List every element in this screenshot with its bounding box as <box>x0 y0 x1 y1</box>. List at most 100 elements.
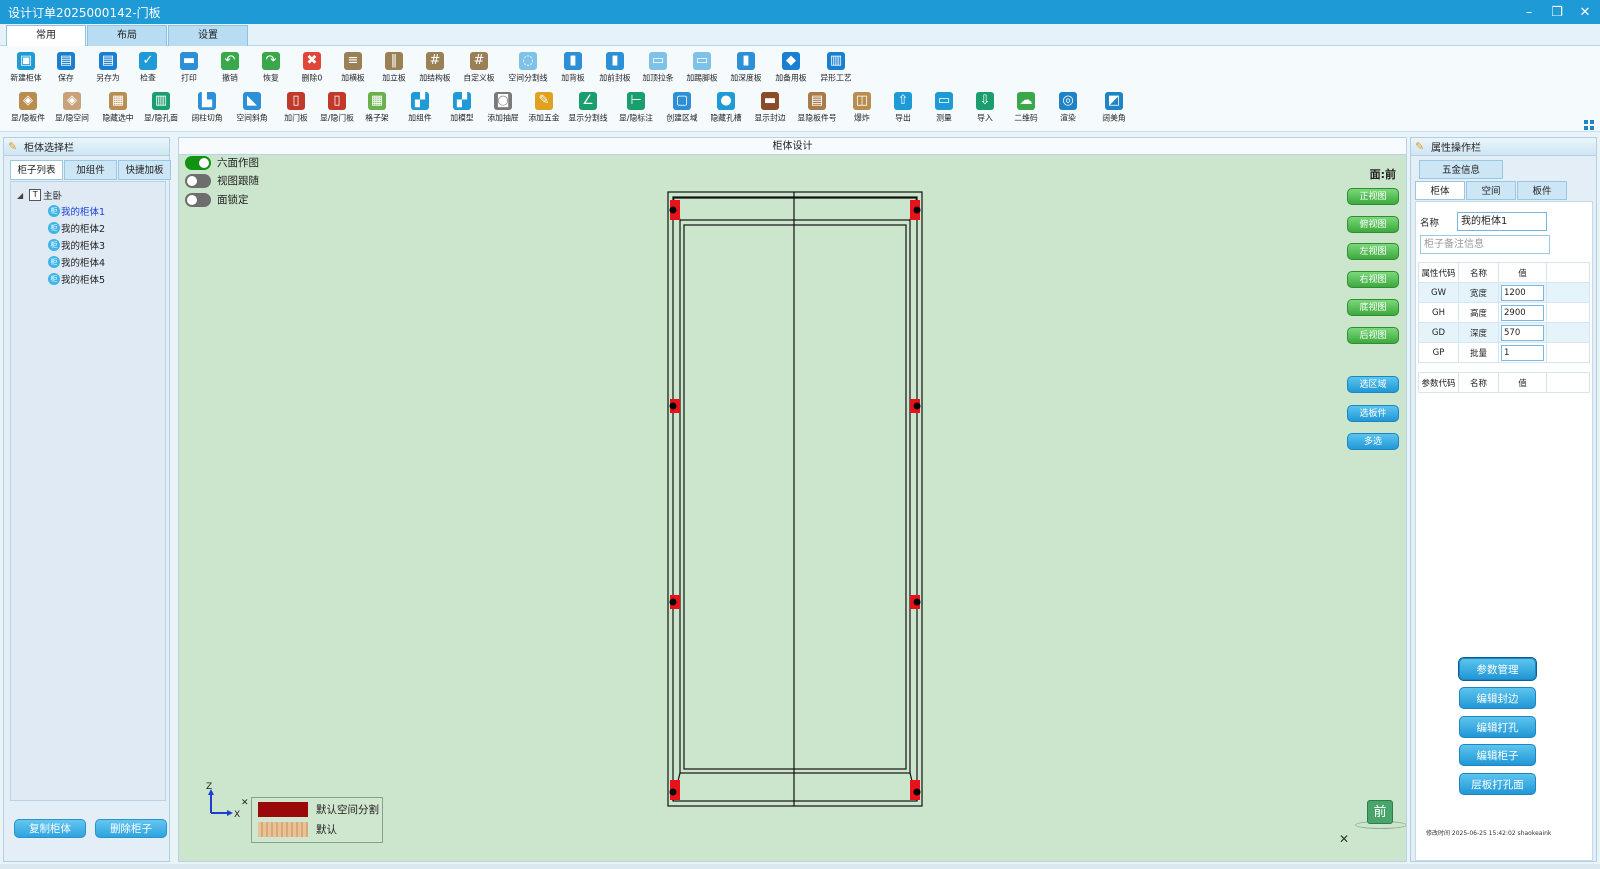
select-area-button[interactable]: 选区域 <box>1347 376 1399 393</box>
edit-cabinet-button[interactable]: 编辑柜子 <box>1459 744 1536 766</box>
height-value-input[interactable]: 2900 <box>1501 304 1544 321</box>
create-area-button[interactable]: ▢ 创建区域 <box>660 88 704 128</box>
tree-item-cabinet-4[interactable]: 柜 我的柜体4 <box>48 255 105 269</box>
batch-value-input[interactable]: 1 <box>1501 344 1544 361</box>
redo-button[interactable]: ↷ 恢复 <box>249 48 293 88</box>
space-bevel-button[interactable]: ◣ 空间斜角 <box>230 88 274 128</box>
tree-item-cabinet-5[interactable]: 柜 我的柜体5 <box>48 272 105 286</box>
bottom-view-button[interactable]: 底视图 <box>1347 299 1399 316</box>
save-as-button[interactable]: ▤ 另存为 <box>86 48 130 88</box>
name-label: 名称 <box>1420 217 1440 229</box>
tab-settings[interactable]: 设置 <box>168 25 248 46</box>
new-cabinet-button[interactable]: ▣ 新建柜体 <box>4 48 48 88</box>
tab-common[interactable]: 常用 <box>6 25 86 47</box>
tab-cabinet[interactable]: 柜体 <box>1415 181 1465 200</box>
toggle-dimension-button[interactable]: ⊢ 显/隐标注 <box>614 88 658 128</box>
minimize-button[interactable]: – <box>1522 5 1536 20</box>
face-lock-toggle[interactable] <box>185 192 211 207</box>
show-edge-button[interactable]: ▬ 显示封边 <box>748 88 792 128</box>
render-button[interactable]: ◎ 渲染 <box>1046 88 1090 128</box>
select-board-button[interactable]: 选板件 <box>1347 405 1399 422</box>
measure-button[interactable]: ▭ 测量 <box>922 88 966 128</box>
toggle-hole-face-button[interactable]: ▥ 显/隐孔面 <box>139 88 183 128</box>
view-follow-toggle[interactable] <box>185 173 211 188</box>
hide-holes-button[interactable]: ● 隐藏孔槽 <box>704 88 748 128</box>
toggle-space-button[interactable]: ◈ 显/隐空间 <box>50 88 94 128</box>
top-view-button[interactable]: 俯视图 <box>1347 216 1399 233</box>
special-shape-button[interactable]: ▥ 异形工艺 <box>814 48 858 88</box>
maximize-button[interactable]: ❐ <box>1550 5 1564 20</box>
collapse-triangle-icon[interactable]: ◢ <box>17 191 23 200</box>
add-hardware-button[interactable]: ✎ 添加五金 <box>522 88 566 128</box>
tab-quick-add-board[interactable]: 快捷加板 <box>118 160 171 180</box>
toggle-door-button[interactable]: ▯ 显/隐门板 <box>315 88 359 128</box>
shelf-drill-face-button[interactable]: 层板打孔面 <box>1459 773 1536 795</box>
delete-cabinet-button[interactable]: 删除柜子 <box>95 819 167 838</box>
add-back-board-button[interactable]: ▮ 加背板 <box>551 48 595 88</box>
tree-item-cabinet-2[interactable]: 柜 我的柜体2 <box>48 221 105 235</box>
grid-layout-icon[interactable] <box>1584 120 1594 130</box>
tab-space[interactable]: 空间 <box>1466 181 1516 200</box>
show-divider-button[interactable]: ∠ 显示分割线 <box>566 88 610 128</box>
tab-board[interactable]: 板件 <box>1517 181 1567 200</box>
param-manage-button[interactable]: 参数管理 <box>1458 657 1537 681</box>
tab-add-component[interactable]: 加组件 <box>64 160 117 180</box>
back-view-button[interactable]: 后视图 <box>1347 327 1399 344</box>
print-button[interactable]: ▬ 打印 <box>167 48 211 88</box>
tab-cabinet-list[interactable]: 柜子列表 <box>10 160 63 180</box>
add-skirting-button[interactable]: ▭ 加踢脚板 <box>680 48 724 88</box>
column-chamfer-button[interactable]: ▙ 阔柱切角 <box>185 88 229 128</box>
grid-shelf-button[interactable]: ▦ 格子架 <box>355 88 399 128</box>
add-horizontal-board-button[interactable]: ≡ 加横板 <box>331 48 375 88</box>
add-structure-board-button[interactable]: # 加结构板 <box>413 48 457 88</box>
add-spare-board-button[interactable]: ◆ 加备用板 <box>769 48 813 88</box>
import-button[interactable]: ⇩ 导入 <box>963 88 1007 128</box>
cabinet-wireframe[interactable] <box>666 190 926 810</box>
add-vertical-board-button[interactable]: ‖ 加立板 <box>372 48 416 88</box>
export-button[interactable]: ⇧ 导出 <box>881 88 925 128</box>
copy-cabinet-button[interactable]: 复制柜体 <box>14 819 86 838</box>
multi-select-button[interactable]: 多选 <box>1347 433 1399 450</box>
add-component-button[interactable]: ▞ 加组件 <box>398 88 442 128</box>
front-view-button[interactable]: 正视图 <box>1347 188 1399 205</box>
view-cube-front[interactable]: 前 <box>1367 800 1393 824</box>
tree-item-cabinet-3[interactable]: 柜 我的柜体3 <box>48 238 105 252</box>
add-model-button[interactable]: ▞ 加模型 <box>440 88 484 128</box>
undo-button[interactable]: ↶ 撤销 <box>208 48 252 88</box>
toggle-board-number-button[interactable]: ▤ 显隐板件号 <box>795 88 839 128</box>
add-front-seal-button[interactable]: ▮ 加前封板 <box>593 48 637 88</box>
design-canvas[interactable]: 六面作图 视图跟随 面锁定 面:前 正视图 俯视图 左视图 右视图 底视图 后视… <box>178 155 1407 862</box>
six-face-toggle[interactable] <box>185 155 211 170</box>
tab-layout[interactable]: 布局 <box>87 25 167 46</box>
add-drawer-button[interactable]: ◙ 添加抽屉 <box>481 88 525 128</box>
beauty-corner-button[interactable]: ◩ 阔美角 <box>1092 88 1136 128</box>
qrcode-button[interactable]: ☁ 二维码 <box>1004 88 1048 128</box>
tree-root-node[interactable]: ◢ T 主卧 <box>17 188 62 202</box>
add-top-strip-button[interactable]: ▭ 加顶拉条 <box>636 48 680 88</box>
cabinet-name-input[interactable]: 我的柜体1 <box>1457 212 1548 231</box>
delete-button[interactable]: ✖ 删除0 <box>290 48 334 88</box>
add-door-button[interactable]: ▯ 加门板 <box>274 88 318 128</box>
left-view-button[interactable]: 左视图 <box>1347 243 1399 260</box>
edit-drilling-button[interactable]: 编辑打孔 <box>1459 716 1536 738</box>
width-value-input[interactable]: 1200 <box>1501 284 1544 301</box>
check-icon: ✓ <box>139 52 157 70</box>
cabinet-note-input[interactable]: 柜子备注信息 <box>1420 235 1550 254</box>
edit-edge-button[interactable]: 编辑封边 <box>1459 687 1536 709</box>
tree-item-cabinet-1[interactable]: 柜 我的柜体1 <box>48 204 105 218</box>
space-divider-button[interactable]: ◌ 空间分割线 <box>506 48 550 88</box>
toolbar-button-label: 异形工艺 <box>820 73 852 84</box>
explode-button[interactable]: ◫ 爆炸 <box>840 88 884 128</box>
add-depth-board-button[interactable]: ▮ 加深度板 <box>724 48 768 88</box>
toggle-boards-button[interactable]: ◈ 显/隐板件 <box>6 88 50 128</box>
close-window-button[interactable]: ✕ <box>1578 5 1592 20</box>
custom-board-button[interactable]: # 自定义板 <box>457 48 501 88</box>
tab-hardware-info[interactable]: 五金信息 <box>1419 160 1503 179</box>
right-view-button[interactable]: 右视图 <box>1347 271 1399 288</box>
depth-value-input[interactable]: 570 <box>1501 324 1544 341</box>
check-button[interactable]: ✓ 检查 <box>126 48 170 88</box>
hide-selected-button[interactable]: ▦ 隐藏选中 <box>96 88 140 128</box>
col-attr-code: 属性代码 <box>1418 262 1459 283</box>
canvas-close-icon[interactable]: ✕ <box>1339 832 1349 846</box>
save-button[interactable]: ▤ 保存 <box>44 48 88 88</box>
